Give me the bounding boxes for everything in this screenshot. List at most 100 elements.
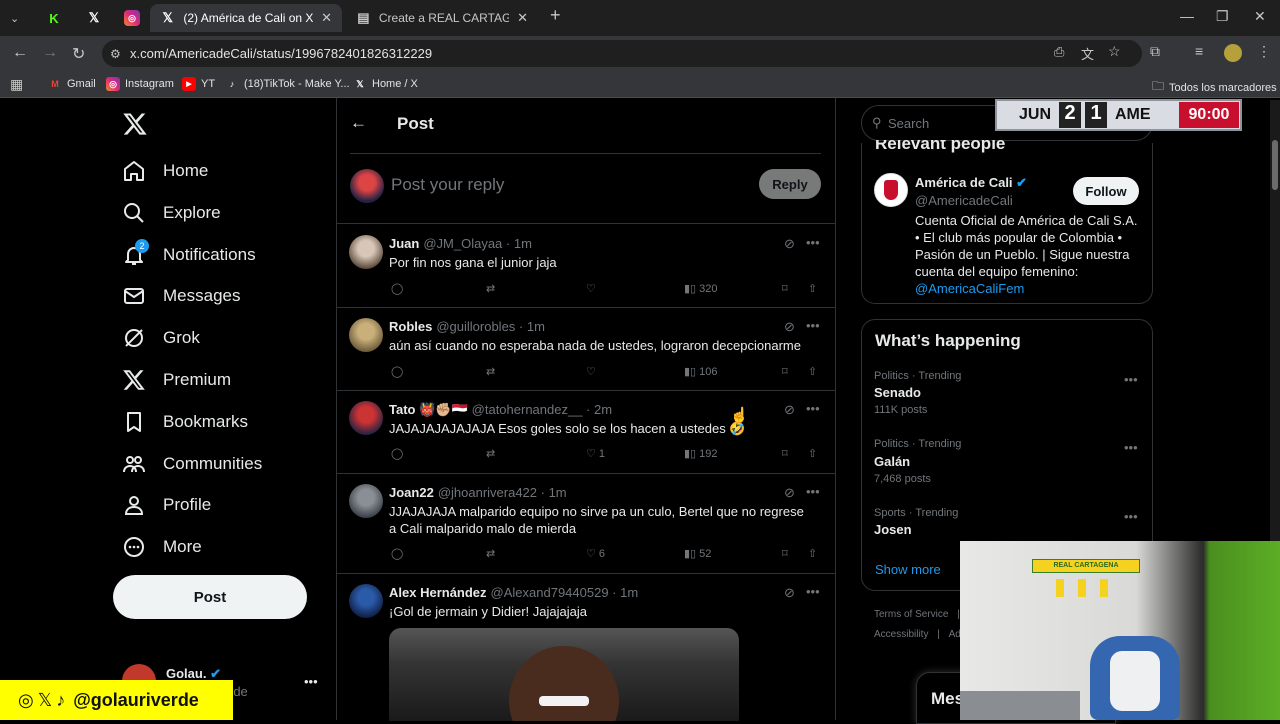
install-app-icon[interactable]: ⎙ <box>1054 44 1064 60</box>
trend-more-icon[interactable]: ••• <box>1124 372 1138 387</box>
x-logo-icon[interactable] <box>122 111 148 137</box>
tweet[interactable]: Joan22 @jhoanrivera422 · 1m ⊘ ••• JJAJAJA… <box>336 473 835 573</box>
avatar[interactable] <box>349 318 383 352</box>
reply-icon[interactable]: ◯ <box>391 547 403 560</box>
address-bar[interactable]: ⚙ x.com/AmericadeCali/status/19967824018… <box>102 40 1142 67</box>
tweet[interactable]: Robles @guillorobles · 1m ⊘ ••• aún así c… <box>336 307 835 390</box>
bookmark-icon[interactable]: ⌑ <box>782 365 788 378</box>
reply-icon[interactable]: ◯ <box>391 282 403 295</box>
grok-icon[interactable]: ⊘ <box>784 402 795 418</box>
tab-kick[interactable]: K <box>36 4 72 32</box>
window-close-button[interactable]: ✕ <box>1254 8 1266 25</box>
share-icon[interactable]: ⇧ <box>808 547 817 560</box>
all-bookmarks[interactable]: 🗀 Todos los marcadores <box>1152 77 1277 98</box>
like-icon[interactable]: ♡ <box>586 365 596 378</box>
profile-avatar[interactable] <box>1224 44 1242 62</box>
extensions-icon[interactable]: ⧉ <box>1150 43 1160 60</box>
forward-icon[interactable]: → <box>42 44 58 62</box>
tweet[interactable]: Juan @JM_Olayaa · 1m ⊘ ••• Por fin nos ga… <box>336 223 835 307</box>
maximize-button[interactable]: ❐ <box>1216 8 1229 25</box>
bookmark-instagram[interactable]: ◎ Instagram <box>106 77 174 91</box>
views-icon[interactable]: ▮▯ 192 <box>684 447 718 460</box>
retweet-icon[interactable]: ⇄ <box>486 365 495 378</box>
tab-america-de-cali[interactable]: 𝕏 (2) América de Cali on X: "JUN ✕ <box>150 4 342 32</box>
share-icon[interactable]: ⇧ <box>808 282 817 295</box>
accessibility-link[interactable]: Accessibility <box>874 629 928 640</box>
nav-profile[interactable]: Profile <box>122 485 211 525</box>
grok-icon[interactable]: ⊘ <box>784 585 795 601</box>
nav-messages[interactable]: Messages <box>122 276 240 316</box>
reply-icon[interactable]: ◯ <box>391 447 403 460</box>
bookmark-icon[interactable]: ⌑ <box>782 547 788 560</box>
show-more-link[interactable]: Show more <box>875 562 941 577</box>
like-icon[interactable]: ♡ 6 <box>586 547 605 560</box>
more-icon[interactable]: ••• <box>806 484 820 499</box>
bio-link[interactable]: @AmericaCaliFem <box>915 281 1024 296</box>
nav-home[interactable]: Home <box>122 151 208 191</box>
views-icon[interactable]: ▮▯ 52 <box>684 547 711 560</box>
bookmark-icon[interactable]: ⌑ <box>782 282 788 295</box>
tweet-media-image[interactable] <box>389 628 739 721</box>
tweet-author[interactable]: Alex Hernández @Alexand79440529 · 1m <box>389 585 638 600</box>
more-icon[interactable]: ••• <box>806 318 820 333</box>
bookmark-star-icon[interactable]: ☆ <box>1108 43 1121 60</box>
avatar[interactable] <box>349 584 383 618</box>
reply-icon[interactable]: ◯ <box>391 365 403 378</box>
share-icon[interactable]: ⇧ <box>808 447 817 460</box>
translate-icon[interactable]: 文 <box>1081 44 1094 63</box>
trend-more-icon[interactable]: ••• <box>1124 440 1138 455</box>
grok-icon[interactable]: ⊘ <box>784 319 795 335</box>
nav-communities[interactable]: Communities <box>122 444 262 484</box>
reply-button[interactable]: Reply <box>759 169 821 199</box>
new-tab-button[interactable]: + <box>550 5 561 26</box>
like-icon[interactable]: ♡ <box>586 282 596 295</box>
retweet-icon[interactable]: ⇄ <box>486 447 495 460</box>
trend-name[interactable]: Galán <box>874 454 910 469</box>
tab-create-real-cartagena[interactable]: ▤ Create a REAL CARTAGENA 202 ✕ <box>346 4 538 32</box>
bookmark-gmail[interactable]: M Gmail <box>48 77 95 91</box>
media-icon[interactable]: ≡ <box>1195 43 1203 59</box>
tab-list-button[interactable]: ⌄ <box>4 4 32 32</box>
nav-premium[interactable]: Premium <box>122 360 231 400</box>
minimize-button[interactable]: — <box>1180 8 1194 24</box>
grok-icon[interactable]: ⊘ <box>784 236 795 252</box>
retweet-icon[interactable]: ⇄ <box>486 547 495 560</box>
nav-more[interactable]: More <box>122 527 202 567</box>
trend-name[interactable]: Senado <box>874 385 921 400</box>
more-icon[interactable]: ••• <box>806 584 820 599</box>
more-icon[interactable]: ••• <box>806 401 820 416</box>
tweet-author[interactable]: Tato 👹✊🏼🇾🇪 @tatohernandez__ · 2m <box>389 402 612 418</box>
bookmark-tiktok[interactable]: ♪ (18)TikTok - Make Y... <box>225 77 350 91</box>
avatar[interactable] <box>349 484 383 518</box>
tweet[interactable]: Tato 👹✊🏼🇾🇪 @tatohernandez__ · 2m ⊘ ••• JA… <box>336 390 835 473</box>
more-icon[interactable]: ••• <box>806 235 820 250</box>
close-icon[interactable]: ✕ <box>517 10 528 26</box>
tab-x[interactable]: 𝕏 <box>76 4 112 32</box>
tweet[interactable]: Alex Hernández @Alexand79440529 · 1m ⊘ ••… <box>336 573 835 721</box>
tab-instagram[interactable]: ◎ <box>114 4 150 32</box>
site-info-icon[interactable]: ⚙ <box>110 47 121 61</box>
avatar[interactable] <box>349 401 383 435</box>
views-icon[interactable]: ▮▯ 320 <box>684 282 718 295</box>
like-icon[interactable]: ♡ 1 <box>586 447 605 460</box>
tweet-author[interactable]: Juan @JM_Olayaa · 1m <box>389 236 532 251</box>
back-icon[interactable]: ← <box>12 44 28 62</box>
tweet-author[interactable]: Joan22 @jhoanrivera422 · 1m <box>389 485 567 500</box>
post-button[interactable]: Post <box>113 575 307 619</box>
terms-link[interactable]: Terms of Service <box>874 609 948 620</box>
grok-icon[interactable]: ⊘ <box>784 485 795 501</box>
tweet-author[interactable]: Robles @guillorobles · 1m <box>389 319 545 334</box>
reload-icon[interactable]: ↻ <box>72 44 85 64</box>
america-de-cali-avatar[interactable] <box>874 173 908 207</box>
share-icon[interactable]: ⇧ <box>808 365 817 378</box>
account-more-icon[interactable]: ••• <box>304 674 318 689</box>
follow-button[interactable]: Follow <box>1073 177 1139 205</box>
bookmark-youtube[interactable]: ▶ YT <box>182 77 215 91</box>
avatar[interactable] <box>349 235 383 269</box>
trend-name[interactable]: Josen <box>874 522 912 537</box>
retweet-icon[interactable]: ⇄ <box>486 282 495 295</box>
person-name[interactable]: América de Cali ✔ <box>915 175 1027 191</box>
bookmark-x-home[interactable]: 𝕏 Home / X <box>353 77 418 91</box>
apps-icon[interactable]: ▦ <box>10 76 23 93</box>
reply-input[interactable]: Post your reply <box>391 175 504 195</box>
